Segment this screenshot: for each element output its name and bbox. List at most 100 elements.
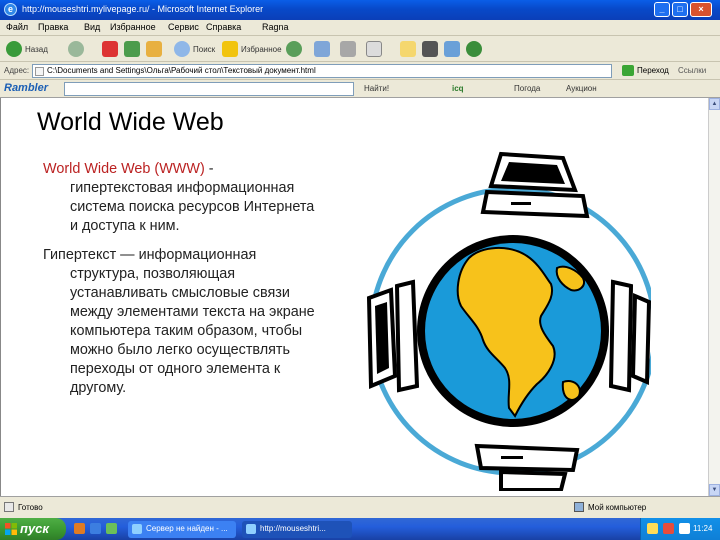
icq-button[interactable]: icq [452,84,464,93]
home-icon [146,41,162,57]
vertical-scrollbar[interactable]: ▲ ▼ [708,98,720,496]
network-illustration [366,151,651,491]
rambler-toolbar: Rambler Найти! icq Погода Аукцион [0,80,720,98]
back-arrow-icon [6,41,22,57]
window-titlebar[interactable]: e http://mouseshtri.mylivepage.ru/ - Mic… [0,0,720,20]
status-text: Готово [18,503,43,512]
go-button[interactable]: Переход [622,65,669,76]
rambler-find-button[interactable]: Найти! [364,84,389,93]
volume-icon[interactable] [679,523,690,534]
messenger-icon [444,41,460,57]
menu-help[interactable]: Справка [206,22,241,32]
windows-flag-icon [5,523,17,535]
clock[interactable]: 11:24 [693,524,712,533]
discuss-icon [400,41,416,57]
mail-icon [314,41,330,57]
search-button[interactable]: Поиск [174,40,215,58]
star-icon [222,41,238,57]
print-button[interactable] [340,40,356,58]
tray-icon[interactable] [647,523,658,534]
computer-icon-top [480,151,590,219]
mail-button[interactable] [314,40,330,58]
menu-view[interactable]: Вид [84,22,100,32]
page-content: World Wide Web World Wide Web (WWW) - ги… [0,98,708,496]
quicklaunch-icon[interactable] [106,523,117,534]
search-icon [174,41,190,57]
paragraph-line: структура, позволяющая [70,266,236,282]
taskbar-item[interactable]: Сервер не найден - ... [128,521,236,538]
globe-icon [417,235,609,427]
paragraph-line: между элементами текста на экране [70,304,315,320]
ie-icon [246,524,256,534]
paragraph-line: гипертекстовая информационная [70,180,295,196]
favorites-button[interactable]: Избранное [222,40,282,58]
paragraph-line: Гипертекст — информационная [43,247,257,263]
security-zone: Мой компьютер [588,503,647,512]
menu-tools[interactable]: Сервис [168,22,199,32]
start-button[interactable]: пуск [0,518,66,540]
scroll-down-button[interactable]: ▼ [709,484,720,496]
forward-arrow-icon [68,41,84,57]
paragraph-line: устанавливать смысловые связи [70,285,290,301]
history-button[interactable] [286,40,302,58]
quicklaunch-icon[interactable] [90,523,101,534]
computer-icon-left [366,279,420,393]
edit-button[interactable] [366,40,382,58]
menu-file[interactable]: Файл [6,22,28,32]
refresh-icon [124,41,140,57]
maximize-button[interactable]: □ [672,2,688,17]
ie-icon [132,524,142,534]
discuss-button[interactable] [400,40,416,58]
stop-icon [102,41,118,57]
edit-icon [366,41,382,57]
links-button[interactable]: Ссылки [678,66,706,75]
address-input[interactable]: C:\Documents and Settings\Ольга\Рабочий … [32,64,612,78]
page-icon [35,67,44,76]
people-icon [466,41,482,57]
hypertext-definition: Гипертекст — информационная структура, п… [43,246,315,398]
research-button[interactable] [422,40,438,58]
computer-zone-icon [574,502,584,512]
www-definition: World Wide Web (WWW) - гипертекстовая ин… [43,161,315,234]
menu-edit[interactable]: Правка [38,22,68,32]
page-title: World Wide Web [37,108,224,136]
window-title: http://mouseshtri.mylivepage.ru/ - Micro… [22,4,264,14]
tray-icon[interactable] [663,523,674,534]
back-button[interactable]: Назад [6,40,48,58]
taskbar: пуск Сервер не найден - ... http://mouse… [0,518,720,540]
address-label: Адрес: [4,66,30,75]
minimize-button[interactable]: _ [654,2,670,17]
menu-favorites[interactable]: Избранное [110,22,156,32]
taskbar-item-active[interactable]: http://mouseshtri... [242,521,352,538]
paragraph-line: переходы от одного элемента к [70,361,281,377]
home-button[interactable] [146,40,162,58]
rambler-search-input[interactable] [64,82,354,96]
ie-icon: e [4,3,17,16]
refresh-button[interactable] [124,40,140,58]
paragraph-line: можно было легко осуществлять [70,342,291,358]
scroll-up-button[interactable]: ▲ [709,98,720,110]
page-status-icon [4,502,14,512]
rambler-logo[interactable]: Rambler [4,82,48,94]
paragraph-line: система поиска ресурсов Интернета [70,199,315,215]
paragraph-line: другому. [70,380,127,396]
status-bar: Готово Мой компьютер [0,496,720,518]
paragraph-line: и доступа к ним. [70,218,180,234]
history-icon [286,41,302,57]
www-term: World Wide Web (WWW) [43,161,205,177]
messenger-button[interactable] [444,40,460,58]
address-value: C:\Documents and Settings\Ольга\Рабочий … [47,66,316,75]
standard-toolbar: Назад Поиск Избранное [0,36,720,62]
weather-button[interactable]: Погода [514,84,540,93]
people-button[interactable] [466,40,482,58]
computer-icon-bottom [474,443,580,491]
auction-button[interactable]: Аукцион [566,84,597,93]
close-button[interactable]: × [690,2,712,17]
printer-icon [340,41,356,57]
menu-ragna[interactable]: Ragna [262,22,289,32]
go-arrow-icon [622,65,634,76]
quicklaunch-icon[interactable] [74,523,85,534]
stop-button[interactable] [102,40,118,58]
forward-button[interactable] [68,40,84,58]
address-bar: Адрес: C:\Documents and Settings\Ольга\Р… [0,62,720,80]
